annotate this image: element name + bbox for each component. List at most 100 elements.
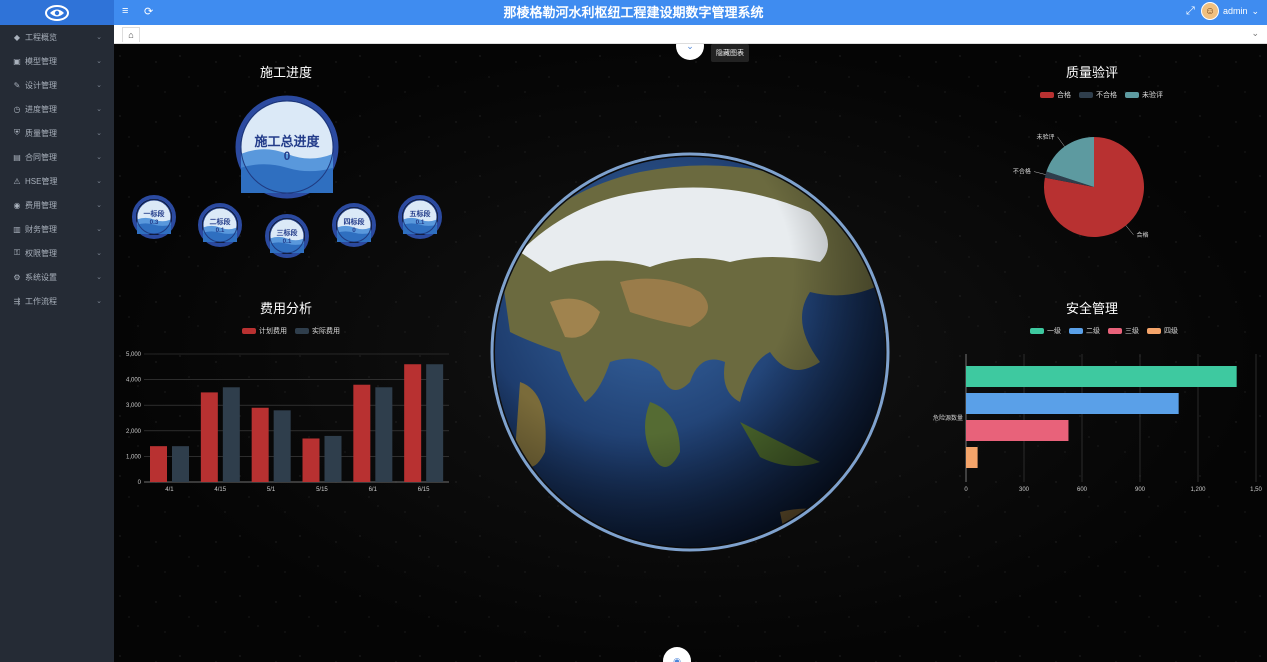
progress-gauge: 五标段0.1 bbox=[398, 195, 442, 239]
tab-home[interactable]: ⌂ bbox=[122, 27, 140, 42]
sidebar-item[interactable]: ◷ 进度管理 ⌄ bbox=[0, 97, 114, 121]
cost-bar-chart: 0 1,000 2,000 3,000 4,000 5,000 4/1 4/15 5/1 5/15… bbox=[126, 352, 449, 493]
app-logo[interactable] bbox=[0, 0, 114, 25]
chevron-down-icon: ⌄ bbox=[96, 202, 102, 209]
bar-实际费用 bbox=[426, 364, 444, 482]
safety-icon: ⚠ bbox=[13, 176, 21, 186]
gauge-label: 四标段 bbox=[344, 217, 365, 226]
app-title: 那棱格勒河水利枢纽工程建设期数字管理系统 bbox=[503, 5, 764, 20]
quality-legend: 合格 不合格 未验评 bbox=[1040, 90, 1163, 100]
legend-item[interactable]: 实际费用 bbox=[295, 326, 340, 336]
avatar: ☺ bbox=[1200, 2, 1219, 20]
x-tick-label: 600 bbox=[1077, 487, 1088, 493]
chevron-down-icon: ⌄ bbox=[96, 178, 102, 185]
progress-gauge: 四标段0 bbox=[332, 203, 376, 247]
x-tick-label: 4/1 bbox=[165, 487, 174, 493]
sidebar-item[interactable]: ⛨ 质量管理 ⌄ bbox=[0, 121, 114, 145]
chevron-down-icon: ⌄ bbox=[96, 130, 102, 137]
gauge-label: 一标段 bbox=[144, 209, 165, 218]
chevron-down-icon: ⌄ bbox=[96, 58, 102, 65]
sidebar-item[interactable]: ⚿ 权限管理 ⌄ bbox=[0, 241, 114, 265]
bar-计划费用 bbox=[302, 438, 320, 482]
progress-gauge: 二标段0.1 bbox=[198, 203, 242, 247]
sidebar-item-label: 费用管理 bbox=[25, 200, 57, 210]
chevron-down-icon: ⌄ bbox=[96, 34, 102, 41]
pie-label: 合格 bbox=[1137, 231, 1149, 239]
bar-实际费用 bbox=[324, 435, 342, 482]
gauge-value: 0.1 bbox=[216, 227, 225, 234]
y-tick-label: 4,000 bbox=[126, 378, 142, 384]
legend-item[interactable]: 合格 bbox=[1040, 90, 1071, 100]
cost-panel-title: 费用分析 bbox=[259, 301, 312, 316]
progress-panel-title: 施工进度 bbox=[259, 65, 312, 80]
gauge-label: 三标段 bbox=[277, 228, 298, 237]
bar-计划费用 bbox=[200, 392, 218, 482]
menu-toggle-icon[interactable]: ≡ bbox=[122, 5, 128, 17]
legend-item[interactable]: 二级 bbox=[1069, 326, 1100, 336]
chevron-down-icon: ⌄ bbox=[96, 274, 102, 281]
legend-item[interactable]: 一级 bbox=[1030, 326, 1061, 336]
refresh-icon[interactable]: ⟳ bbox=[144, 5, 153, 18]
bar-实际费用 bbox=[375, 387, 393, 482]
bar-计划费用 bbox=[150, 446, 167, 482]
x-tick-label: 5/15 bbox=[316, 487, 328, 493]
gauge-label: 五标段 bbox=[410, 209, 431, 218]
y-tick-label: 1,000 bbox=[126, 454, 142, 460]
chevron-down-icon: ⌄ bbox=[96, 250, 102, 257]
gauge-label: 施工总进度 bbox=[254, 134, 320, 149]
document-icon: ▤ bbox=[13, 152, 21, 162]
legend-item[interactable]: 不合格 bbox=[1079, 90, 1117, 100]
sidebar-item[interactable]: ▥ 财务管理 ⌄ bbox=[0, 217, 114, 241]
gauge-value: 0.3 bbox=[150, 219, 159, 226]
chevron-down-icon[interactable]: ⌄ bbox=[1251, 28, 1259, 39]
bar-计划费用 bbox=[251, 407, 269, 482]
sidebar-item-label: 设计管理 bbox=[25, 80, 57, 90]
y-category-label: 危险源数量 bbox=[933, 414, 963, 422]
sidebar-item[interactable]: ◆ 工程概览 ⌄ bbox=[0, 25, 114, 49]
sidebar-item[interactable]: ⇶ 工作流程 ⌄ bbox=[0, 289, 114, 313]
x-tick-label: 4/15 bbox=[214, 487, 226, 493]
chevron-down-icon: ⌄ bbox=[96, 154, 102, 161]
gear-icon: ⚙ bbox=[13, 272, 21, 282]
pie-leader bbox=[1033, 171, 1046, 175]
home-icon: ⌂ bbox=[128, 30, 134, 40]
legend-item[interactable]: 四级 bbox=[1147, 326, 1178, 336]
logo-icon bbox=[45, 4, 69, 21]
safety-bar-chart: 0 300 600 900 1,200 1,50 危险源数量 bbox=[933, 354, 1262, 493]
fullscreen-icon[interactable]: ⤢ bbox=[1186, 5, 1195, 18]
sidebar-item[interactable]: ✎ 设计管理 ⌄ bbox=[0, 73, 114, 97]
progress-gauges: 施工总进度0一标段0.3 二标段0.1 三标段0.1四标段0五标段0.1 bbox=[132, 95, 442, 258]
sidebar-item-label: 权限管理 bbox=[25, 248, 57, 258]
pie-label: 不合格 bbox=[1013, 168, 1031, 176]
bar-一级 bbox=[966, 366, 1237, 387]
sidebar-item[interactable]: ⚙ 系统设置 ⌄ bbox=[0, 265, 114, 289]
legend-item[interactable]: 计划费用 bbox=[242, 326, 287, 336]
x-tick-label: 900 bbox=[1135, 487, 1146, 493]
bar-二级 bbox=[966, 393, 1179, 414]
sidebar-item[interactable]: ⚠ HSE管理 ⌄ bbox=[0, 169, 114, 193]
gauge-value: 0.1 bbox=[416, 219, 425, 226]
safety-panel-title: 安全管理 bbox=[1065, 301, 1118, 316]
clock-icon: ◷ bbox=[13, 104, 21, 114]
sidebar-item-label: 系统设置 bbox=[25, 272, 57, 282]
sidebar-item[interactable]: ◉ 费用管理 ⌄ bbox=[0, 193, 114, 217]
sidebar-item[interactable]: ▤ 合同管理 ⌄ bbox=[0, 145, 114, 169]
progress-gauge: 三标段0.1 bbox=[265, 214, 309, 258]
chevron-down-icon: ⌄ bbox=[1251, 5, 1259, 16]
pie-label: 未验评 bbox=[1037, 133, 1055, 141]
pie-leader bbox=[1057, 136, 1065, 147]
sidebar-item-label: HSE管理 bbox=[25, 176, 58, 186]
sidebar-item[interactable]: ▣ 模型管理 ⌄ bbox=[0, 49, 114, 73]
coin-icon: ◉ bbox=[13, 200, 21, 210]
x-tick-label: 300 bbox=[1019, 487, 1030, 493]
top-bar: ≡ ⟳ 那棱格勒河水利枢纽工程建设期数字管理系统 ⤢ ☺ admin ⌄ bbox=[0, 0, 1267, 25]
legend-item[interactable]: 未验评 bbox=[1125, 90, 1163, 100]
x-tick-label: 1,50 bbox=[1250, 487, 1262, 493]
x-tick-label: 5/1 bbox=[267, 487, 276, 493]
y-tick-label: 2,000 bbox=[126, 429, 142, 435]
pie-leader bbox=[1125, 225, 1134, 235]
legend-item[interactable]: 三级 bbox=[1108, 326, 1139, 336]
earth-globe[interactable] bbox=[490, 152, 890, 552]
cube-icon: ▣ bbox=[13, 56, 21, 66]
user-menu[interactable]: ☺ admin ⌄ bbox=[1200, 2, 1259, 20]
